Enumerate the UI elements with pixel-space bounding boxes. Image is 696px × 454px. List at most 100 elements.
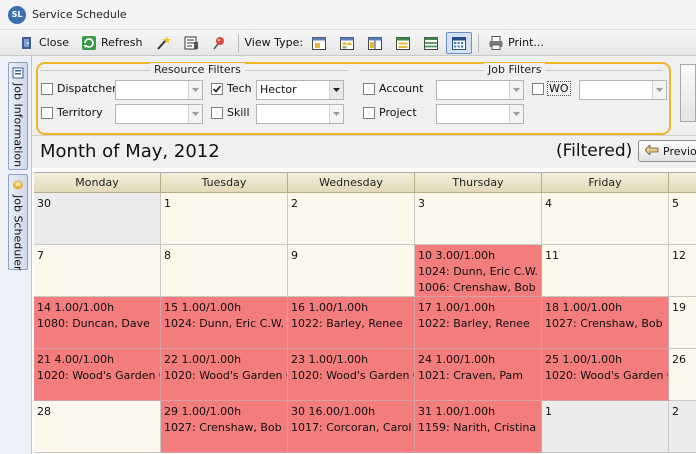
pin-tool-button[interactable]: [206, 32, 232, 54]
wo-checkbox[interactable]: [532, 83, 544, 95]
close-button[interactable]: Close: [14, 32, 74, 54]
calendar-day-cell[interactable]: 21 4.00/1.00h 1020: Wood's Garden Ca: [34, 349, 161, 401]
calendar-day-cell[interactable]: 3: [415, 193, 542, 245]
calendar-day-cell[interactable]: 28: [34, 401, 161, 453]
print-button[interactable]: Print...: [483, 32, 549, 54]
tab-job-information[interactable]: Job Information: [8, 62, 28, 170]
appointment-entry[interactable]: 1020: Wood's Garden Ca: [545, 368, 668, 384]
dispatcher-select[interactable]: [115, 80, 203, 100]
calendar-day-cell[interactable]: 1: [161, 193, 288, 245]
project-checkbox[interactable]: [363, 107, 375, 119]
account-select[interactable]: [436, 80, 524, 100]
territory-select[interactable]: [115, 104, 203, 124]
calendar-day-cell[interactable]: 5: [669, 193, 696, 245]
day-number: 2: [672, 405, 679, 418]
refresh-icon: [81, 35, 97, 51]
day-number: 12: [672, 249, 686, 262]
skill-select[interactable]: [256, 104, 344, 124]
day-number: 1: [545, 405, 552, 418]
calendar-day-cell[interactable]: 26: [669, 349, 696, 401]
chevron-down-icon[interactable]: [509, 81, 523, 99]
info-icon: [12, 67, 24, 79]
form-tool-button[interactable]: [178, 32, 204, 54]
appointment-entry[interactable]: 1080: Duncan, Dave: [37, 316, 157, 332]
calendar-day-cell[interactable]: 12: [669, 245, 696, 297]
calendar-day-cell[interactable]: 16 1.00/1.00h 1022: Barley, Renee: [288, 297, 415, 349]
view-day-button[interactable]: [306, 32, 332, 54]
calendar-day-cell[interactable]: 30 16.00/1.00h 1017: Corcoran, Carol: [288, 401, 415, 453]
project-select[interactable]: [436, 104, 524, 124]
calendar-day-cell[interactable]: 10 3.00/1.00h 1024: Dunn, Eric C.W. 1006: …: [415, 245, 542, 297]
calendar-day-cell[interactable]: 7: [34, 245, 161, 297]
appointment-entry[interactable]: 1020: Wood's Garden Ca: [164, 368, 287, 384]
appointment-entry[interactable]: 1020: Wood's Garden Ca: [37, 368, 160, 384]
wo-select[interactable]: [579, 80, 667, 100]
view-workweek-button[interactable]: [390, 32, 416, 54]
appointment-entry[interactable]: 1017: Corcoran, Carol: [291, 420, 411, 436]
chevron-down-icon[interactable]: [652, 81, 666, 99]
calendar-day-cell[interactable]: 22 1.00/1.00h 1020: Wood's Garden Ca: [161, 349, 288, 401]
map-pin-icon: [211, 35, 227, 51]
tab-job-information-label: Job Information: [11, 83, 25, 168]
tech-checkbox[interactable]: [211, 83, 223, 95]
territory-checkbox[interactable]: [41, 107, 53, 119]
calendar-day-cell[interactable]: 24 1.00/1.00h 1021: Craven, Pam: [415, 349, 542, 401]
chevron-down-icon[interactable]: [188, 81, 202, 99]
view-type-label: View Type:: [244, 36, 304, 49]
chevron-down-icon[interactable]: [329, 81, 343, 99]
calendar-day-cell[interactable]: 11: [542, 245, 669, 297]
calendar-day-cell[interactable]: 4: [542, 193, 669, 245]
appointment-entry[interactable]: 1027: Crenshaw, Bob: [545, 316, 665, 332]
apply-filters-button[interactable]: [680, 64, 696, 122]
dispatcher-checkbox[interactable]: [41, 83, 53, 95]
scheduler-icon: [12, 179, 24, 191]
tech-select[interactable]: Hector: [256, 80, 344, 100]
calendar-day-cell[interactable]: 9: [288, 245, 415, 297]
view-multiday-button[interactable]: [334, 32, 360, 54]
chevron-down-icon[interactable]: [329, 105, 343, 123]
calendar-day-cell[interactable]: 15 1.00/1.00h 1024: Dunn, Eric C.W.: [161, 297, 288, 349]
skill-checkbox[interactable]: [211, 107, 223, 119]
resource-filters-title: Resource Filters: [150, 63, 245, 76]
appointment-entry[interactable]: 1021: Craven, Pam: [418, 368, 538, 384]
appointment-entry[interactable]: 1006: Crenshaw, Bob: [418, 280, 538, 296]
day-header-thursday: Thursday: [415, 173, 542, 193]
chevron-down-icon[interactable]: [509, 105, 523, 123]
appointment-entry[interactable]: 1022: Barley, Renee: [418, 316, 538, 332]
view-timeline-button[interactable]: [418, 32, 444, 54]
tab-job-scheduler-label: Job Scheduler: [11, 195, 25, 271]
calendar-day-cell[interactable]: 18 1.00/1.00h 1027: Crenshaw, Bob: [542, 297, 669, 349]
calendar-multiday-icon: [339, 35, 355, 51]
calendar-day-cell[interactable]: 2: [669, 401, 696, 453]
appointment-entry[interactable]: 1020: Wood's Garden Ca: [291, 368, 414, 384]
calendar-day-cell[interactable]: 29 1.00/1.00h 1027: Crenshaw, Bob: [161, 401, 288, 453]
refresh-button[interactable]: Refresh: [76, 32, 148, 54]
appointment-entry[interactable]: 1159: Narith, Cristina: [418, 420, 538, 436]
appointment-entry[interactable]: 1027: Crenshaw, Bob: [164, 420, 284, 436]
account-checkbox[interactable]: [363, 83, 375, 95]
calendar-day-cell[interactable]: 23 1.00/1.00h 1020: Wood's Garden Ca: [288, 349, 415, 401]
tab-job-scheduler[interactable]: Job Scheduler: [8, 174, 28, 271]
day-number: 16 1.00/1.00h: [291, 301, 369, 314]
skill-label: Skill: [227, 106, 250, 119]
calendar-day-cell[interactable]: 31 1.00/1.00h 1159: Narith, Cristina: [415, 401, 542, 453]
view-month-button[interactable]: [446, 31, 473, 54]
calendar-day-cell[interactable]: 1: [542, 401, 669, 453]
calendar-day-cell[interactable]: 2: [288, 193, 415, 245]
calendar-day-cell[interactable]: 30: [34, 193, 161, 245]
calendar-workweek-icon: [395, 35, 411, 51]
calendar-day-cell[interactable]: 17 1.00/1.00h 1022: Barley, Renee: [415, 297, 542, 349]
calendar-day-cell[interactable]: 8: [161, 245, 288, 297]
wand-tool-button[interactable]: [150, 32, 176, 54]
appointment-entry[interactable]: 1022: Barley, Renee: [291, 316, 411, 332]
calendar-day-cell[interactable]: 14 1.00/1.00h 1080: Duncan, Dave: [34, 297, 161, 349]
tech-label: Tech: [227, 82, 252, 95]
appointment-entry[interactable]: 1024: Dunn, Eric C.W.: [418, 264, 538, 280]
appointment-entry[interactable]: 1024: Dunn, Eric C.W.: [164, 316, 284, 332]
calendar-day-cell[interactable]: 19: [669, 297, 696, 349]
previous-month-button[interactable]: Previous: [638, 140, 696, 162]
day-number: 28: [37, 405, 51, 418]
calendar-day-cell[interactable]: 25 1.00/1.00h 1020: Wood's Garden Ca: [542, 349, 669, 401]
chevron-down-icon[interactable]: [188, 105, 202, 123]
view-week-button[interactable]: [362, 32, 388, 54]
